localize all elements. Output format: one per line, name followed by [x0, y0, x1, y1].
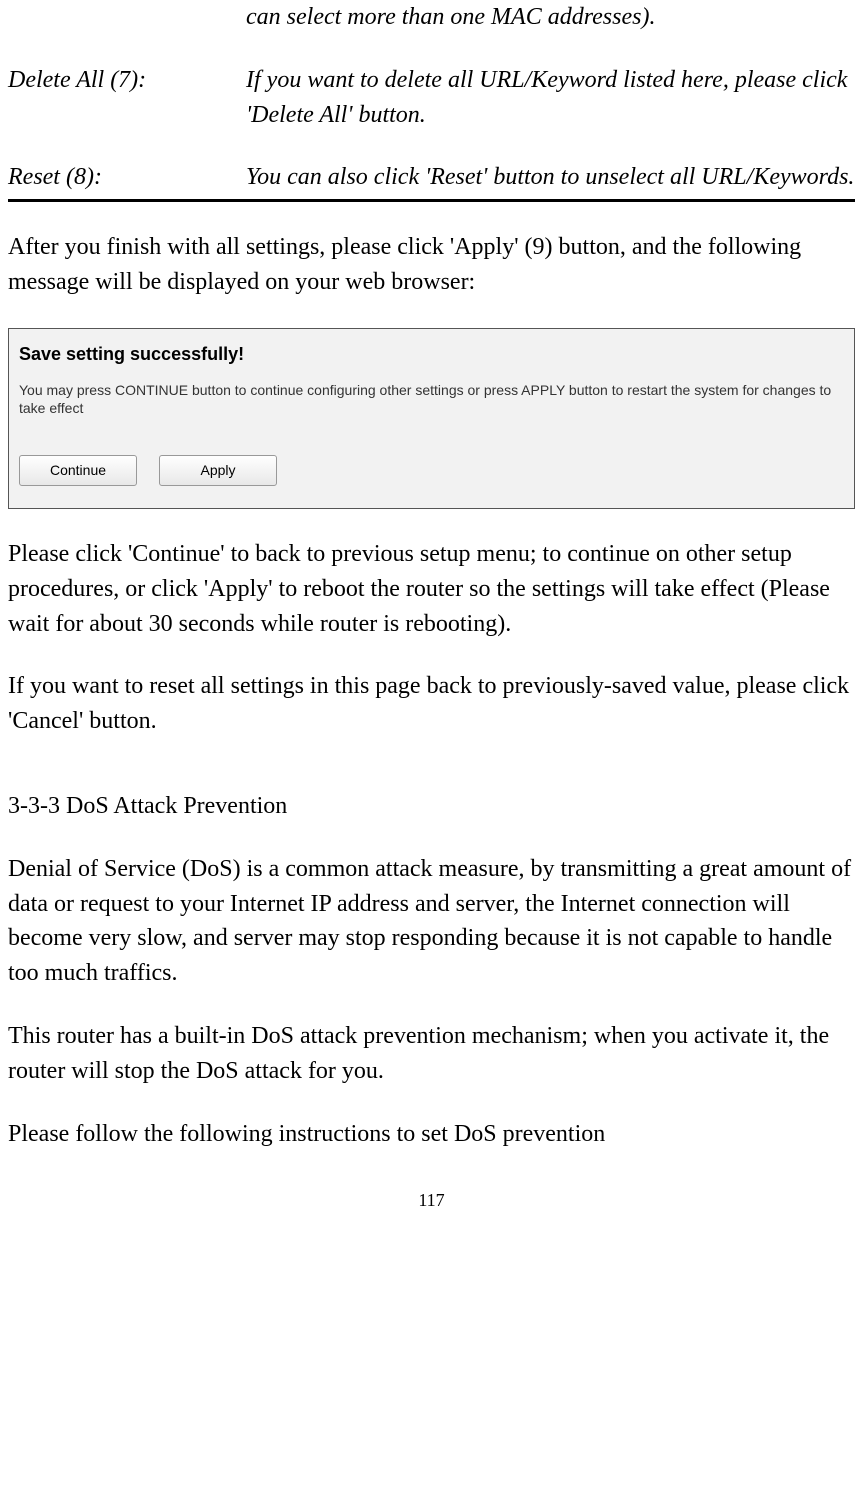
definition-label: Delete All (7): [8, 63, 246, 133]
page-number: 117 [8, 1187, 855, 1213]
definition-description: You can also click 'Reset' button to uns… [246, 160, 855, 195]
section-heading: 3-3-3 DoS Attack Prevention [8, 789, 855, 824]
body-paragraph: If you want to reset all settings in thi… [8, 669, 855, 739]
continue-button[interactable]: Continue [19, 455, 137, 485]
definition-row: Delete All (7): If you want to delete al… [8, 63, 855, 133]
dialog-title: Save setting successfully! [19, 341, 844, 367]
definition-table: can select more than one MAC addresses).… [8, 0, 855, 202]
dialog-message: You may press CONTINUE button to continu… [19, 381, 844, 417]
body-paragraph: Please follow the following instructions… [8, 1117, 855, 1152]
body-paragraph: Denial of Service (DoS) is a common atta… [8, 852, 855, 991]
body-paragraph: After you finish with all settings, plea… [8, 230, 855, 300]
apply-button[interactable]: Apply [159, 455, 277, 485]
save-success-dialog: Save setting successfully! You may press… [8, 328, 855, 509]
definition-description: If you want to delete all URL/Keyword li… [246, 63, 855, 133]
body-paragraph: This router has a built-in DoS attack pr… [8, 1019, 855, 1089]
definition-label: Reset (8): [8, 160, 246, 195]
definition-label [8, 0, 246, 35]
definition-description: can select more than one MAC addresses). [246, 0, 855, 35]
definition-row: can select more than one MAC addresses). [8, 0, 855, 35]
body-paragraph: Please click 'Continue' to back to previ… [8, 537, 855, 641]
definition-row: Reset (8): You can also click 'Reset' bu… [8, 160, 855, 195]
